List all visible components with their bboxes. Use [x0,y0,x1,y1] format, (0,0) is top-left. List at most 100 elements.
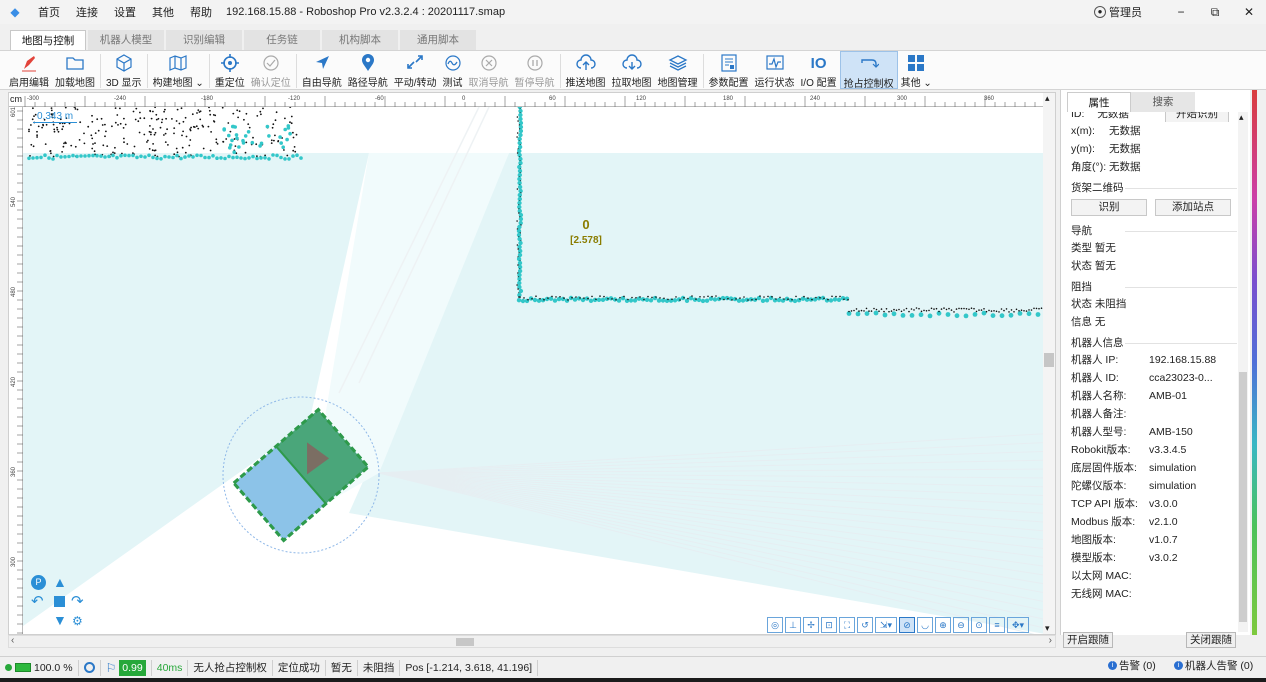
path-navigation-button[interactable]: 路径导航 [345,51,391,89]
push-map-button[interactable]: 推送地图 [563,51,609,89]
panel-scrollbar[interactable]: ▴ [1238,112,1248,632]
menu-other[interactable]: 其他 [144,4,182,20]
turn-right-arrow-icon[interactable]: ↷ [71,592,84,610]
forward-arrow-icon[interactable]: ▲ [53,574,67,590]
tab-robot-model[interactable]: 机器人模型 [88,30,164,50]
station-value-label: [2.578] [570,235,602,246]
io-config-button[interactable]: IO I/O 配置 [798,51,840,90]
scroll-up-icon[interactable]: ▴ [1045,93,1050,104]
tab-general-script[interactable]: 通用脚本 [400,30,476,50]
laser-point [571,296,573,299]
cube-icon [114,53,134,73]
tab-mechanism-script[interactable]: 机构脚本 [322,30,398,50]
cancel-navigation-button[interactable]: 取消导航 [466,51,512,89]
stop-icon[interactable] [54,596,65,607]
laser-point [551,295,553,298]
param-config-button[interactable]: 参数配置 [706,51,752,89]
load-map-button[interactable]: 加载地图 [52,51,98,89]
scroll-down-icon[interactable]: ▾ [1045,623,1050,634]
robot-alarm-indicator[interactable]: i 机器人告警 (0) [1174,658,1253,673]
zoom-out-icon[interactable]: ⊖ [953,617,969,633]
scroll-right-icon[interactable]: › [1049,635,1052,646]
frame-icon[interactable]: ⛶ [839,617,855,633]
map-canvas[interactable]: 0 [2.578] cm -300 -240 -180 -120 -60 0 60 120 18… [8,92,1056,635]
laser-point [928,309,930,312]
grab-control-button[interactable]: 抢占控制权 [839,51,898,90]
fit-icon[interactable]: ✢ [803,617,819,633]
running-status-button[interactable]: 运行状态 [752,51,798,89]
scroll-left-icon[interactable]: ‹ [11,635,14,646]
laser-point [651,296,653,299]
tab-map-control[interactable]: 地图与控制 [10,30,86,50]
map-vscroll-thumb[interactable] [1044,353,1054,367]
p-mode-icon[interactable]: P [31,575,46,590]
laser-point [74,108,77,110]
ruler-icon[interactable]: ⊥ [785,617,801,633]
menu-home[interactable]: 首页 [30,4,68,20]
restore-button[interactable]: ⧉ [1198,5,1232,20]
add-station-button[interactable]: 添加站点 [1155,199,1231,216]
tab-search[interactable]: 搜索 [1131,92,1195,112]
zoom-fit-icon[interactable]: ⊙ [971,617,987,633]
export-icon[interactable]: ⇲▾ [875,617,897,633]
build-map-button[interactable]: 构建地图 ⌄ [150,51,207,89]
zoom-region-icon[interactable]: ⊡ [821,617,837,633]
measure-icon[interactable]: ◎ [767,617,783,633]
confirm-location-button[interactable]: 确认定位 [248,51,294,89]
other-button[interactable]: 其他 ⌄ [898,51,935,89]
laser-point [164,132,167,135]
enable-edit-button[interactable]: 启用编辑 [6,51,52,89]
3d-display-button[interactable]: 3D 显示 [103,51,145,89]
map-horizontal-scrollbar[interactable]: ‹ › [8,635,1056,648]
laser-point [283,149,285,151]
zoom-in-icon[interactable]: ⊕ [935,617,951,633]
robot-info-row: Modbus 版本: v2.1.0 [1071,516,1178,528]
test-button[interactable]: 测试 [440,51,466,89]
map-view[interactable]: 0 [2.578] [9,93,1056,635]
list-icon[interactable]: ≡ [989,617,1005,633]
minimize-button[interactable]: − [1164,5,1198,19]
tab-properties[interactable]: 属性 [1067,92,1131,112]
laser-point [137,120,140,123]
close-button[interactable]: ✕ [1232,5,1266,19]
free-navigation-button[interactable]: 自由导航 [299,51,345,89]
map-management-button[interactable]: 地图管理 [655,51,701,89]
laser-point [292,136,295,139]
backward-arrow-icon[interactable]: ▼ [53,612,67,628]
scroll-up-icon[interactable]: ▴ [1239,112,1244,123]
coord-y-row: y(m): 无数据 [1071,143,1141,155]
menu-settings[interactable]: 设置 [106,4,144,20]
no-target-icon[interactable]: ⊘ [899,617,915,633]
pause-navigation-button[interactable]: 暂停导航 [512,51,558,89]
settings-gear-icon[interactable]: ⚙ [72,614,83,628]
tab-task-chain[interactable]: 任务链 [244,30,320,50]
laser-point [908,310,910,313]
menu-help[interactable]: 帮助 [182,4,220,20]
eye-icon[interactable]: ◡ [917,617,933,633]
rotate-icon[interactable]: ↺ [857,617,873,633]
laser-point [703,296,705,298]
laser-point [579,297,581,299]
ruler-tick-label: 60 [549,96,556,102]
disable-follow-button[interactable]: 关闭跟随 [1186,632,1236,648]
user-badge[interactable]: ● 管理员 [1094,4,1142,20]
laser-point [539,297,541,300]
recognize-button[interactable]: 识别 [1071,199,1147,216]
map-vertical-scrollbar[interactable]: ▴ ▾ [1043,93,1055,634]
pan-icon[interactable]: ✥▾ [1007,617,1029,633]
map-hscroll-thumb[interactable] [456,638,474,646]
move-rotate-button[interactable]: 平动/转动 [391,51,440,89]
pull-map-button[interactable]: 拉取地图 [609,51,655,89]
tab-recognition-edit[interactable]: 识别编辑 [166,30,242,50]
laser-point [843,298,845,301]
menu-connect[interactable]: 连接 [68,4,106,20]
laser-point [870,310,873,312]
toolbar-separator [295,54,297,88]
turn-left-arrow-icon[interactable]: ↶ [31,592,44,610]
enable-follow-button[interactable]: 开启跟随 [1063,632,1113,648]
laser-point [913,309,915,311]
alarm-indicator[interactable]: i 告警 (0) [1108,658,1156,673]
panel-scroll-thumb[interactable] [1239,372,1247,622]
start-recognition-button[interactable]: 开始识别 [1165,112,1229,122]
relocate-button[interactable]: 重定位 [212,51,248,89]
